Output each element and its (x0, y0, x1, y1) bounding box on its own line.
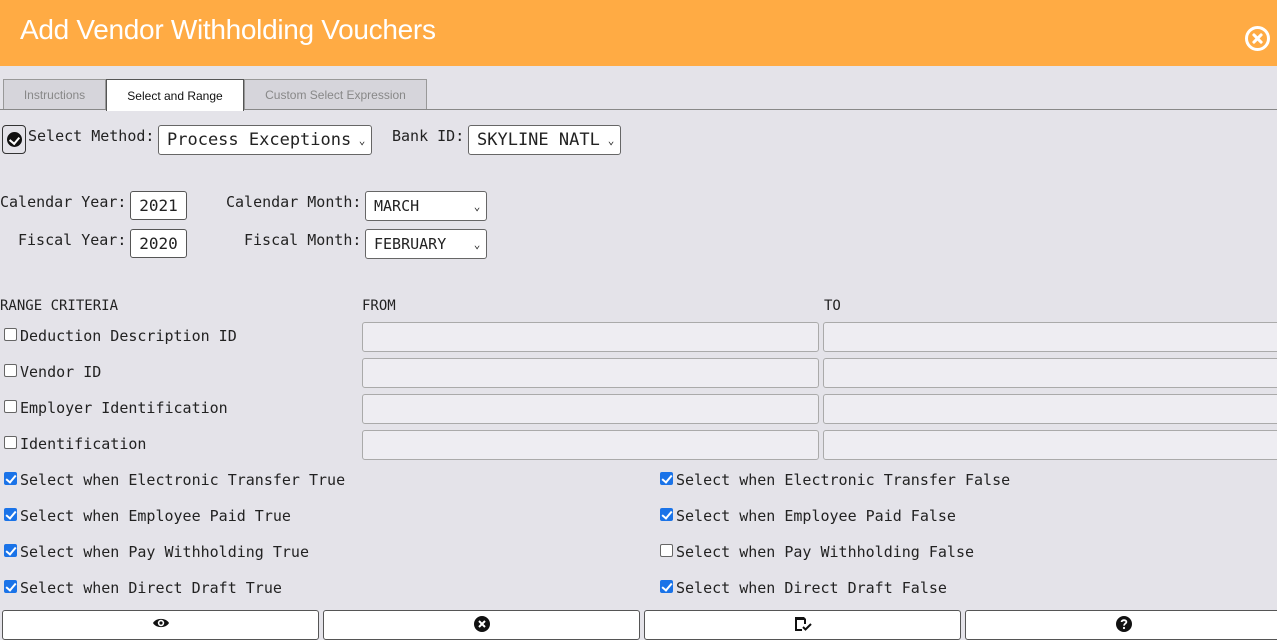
range-label-identification: Identification (20, 435, 147, 453)
range-label-vendor-id: Vendor ID (20, 363, 102, 381)
option-label-pay-withholding-true: Select when Pay Withholding True (20, 543, 309, 561)
fiscal-year-label: Fiscal Year: (18, 231, 127, 249)
title-bar: Add Vendor Withholding Vouchers (0, 0, 1277, 66)
option-checkbox-employee-paid-false[interactable] (660, 508, 673, 521)
select-method-label: Select Method: (28, 127, 155, 145)
range-checkbox-employer-identification[interactable] (4, 400, 17, 413)
chevron-down-icon: ⌄ (473, 199, 481, 213)
bank-id-value: SKYLINE NATL (477, 130, 600, 150)
option-checkbox-pay-withholding-true[interactable] (4, 544, 17, 557)
tab-label: Instructions (23, 88, 86, 102)
option-checkbox-employee-paid-true[interactable] (4, 508, 17, 521)
range-checkbox-vendor-id[interactable] (4, 364, 17, 377)
option-checkbox-electronic-transfer-false[interactable] (660, 472, 673, 485)
calendar-year-label: Calendar Year: (0, 193, 127, 211)
range-label-deduction-description-id: Deduction Description ID (20, 327, 237, 345)
option-checkbox-electronic-transfer-true[interactable] (4, 472, 17, 485)
fiscal-month-label: Fiscal Month: (244, 231, 362, 249)
option-label-direct-draft-false: Select when Direct Draft False (676, 579, 947, 597)
option-label-electronic-transfer-false: Select when Electronic Transfer False (676, 471, 1011, 489)
calendar-month-value: MARCH (374, 197, 420, 215)
range-label-employer-identification: Employer Identification (20, 399, 228, 417)
close-circle-icon (473, 616, 490, 632)
option-checkbox-direct-draft-true[interactable] (4, 580, 17, 593)
range-from-input[interactable] (362, 394, 819, 424)
help-button[interactable] (965, 610, 1277, 640)
tab-label: Select and Range (127, 88, 223, 103)
window-title: Add Vendor Withholding Vouchers (20, 14, 436, 45)
range-checkbox-identification[interactable] (4, 436, 17, 449)
option-checkbox-direct-draft-false[interactable] (660, 580, 673, 593)
calendar-year-field[interactable]: 2021 (130, 191, 187, 220)
option-label-employee-paid-true: Select when Employee Paid True (20, 507, 291, 525)
chevron-down-icon: ⌄ (358, 133, 366, 147)
preview-button[interactable] (2, 610, 319, 640)
confirm-method-button[interactable] (2, 125, 26, 154)
bank-id-label: Bank ID: (392, 127, 465, 145)
option-label-electronic-transfer-true: Select when Electronic Transfer True (20, 471, 346, 489)
fiscal-month-value: FEBRUARY (374, 235, 447, 253)
range-to-input[interactable] (823, 394, 1277, 424)
select-method-value: Process Exceptions (167, 130, 352, 150)
range-criteria-header: RANGE CRITERIA (0, 298, 119, 314)
option-label-employee-paid-false: Select when Employee Paid False (676, 507, 956, 525)
tab-instructions[interactable]: Instructions (3, 79, 106, 110)
calendar-month-label: Calendar Month: (226, 193, 362, 211)
calendar-month-dropdown[interactable]: MARCH ⌄ (365, 191, 487, 221)
range-from-input[interactable] (362, 358, 819, 388)
option-checkbox-pay-withholding-false[interactable] (660, 544, 673, 557)
range-to-input[interactable] (823, 430, 1277, 460)
bank-id-dropdown[interactable]: SKYLINE NATL ⌄ (468, 125, 621, 155)
chevron-down-icon: ⌄ (607, 133, 615, 147)
tab-custom-select-expression[interactable]: Custom Select Expression (244, 79, 427, 110)
range-from-header: FROM (362, 298, 396, 314)
cancel-button[interactable] (323, 610, 640, 640)
range-from-input[interactable] (362, 322, 819, 352)
option-label-pay-withholding-false: Select when Pay Withholding False (676, 543, 975, 561)
tab-select-and-range[interactable]: Select and Range (106, 79, 244, 111)
chevron-down-icon: ⌄ (473, 237, 481, 251)
eye-icon (152, 618, 169, 628)
option-label-direct-draft-true: Select when Direct Draft True (20, 579, 282, 597)
save-button[interactable] (644, 610, 961, 640)
fiscal-month-dropdown[interactable]: FEBRUARY ⌄ (365, 229, 487, 259)
range-checkbox-deduction-description-id[interactable] (4, 328, 17, 341)
select-method-dropdown[interactable]: Process Exceptions ⌄ (158, 125, 372, 155)
range-to-header: TO (824, 298, 841, 314)
close-icon[interactable] (1245, 26, 1270, 51)
range-to-input[interactable] (823, 322, 1277, 352)
check-circle-icon (7, 132, 22, 147)
save-icon (794, 617, 812, 631)
tab-label: Custom Select Expression (265, 88, 406, 102)
help-icon (1115, 616, 1132, 632)
fiscal-year-field[interactable]: 2020 (130, 229, 187, 258)
range-to-input[interactable] (823, 358, 1277, 388)
range-from-input[interactable] (362, 430, 819, 460)
